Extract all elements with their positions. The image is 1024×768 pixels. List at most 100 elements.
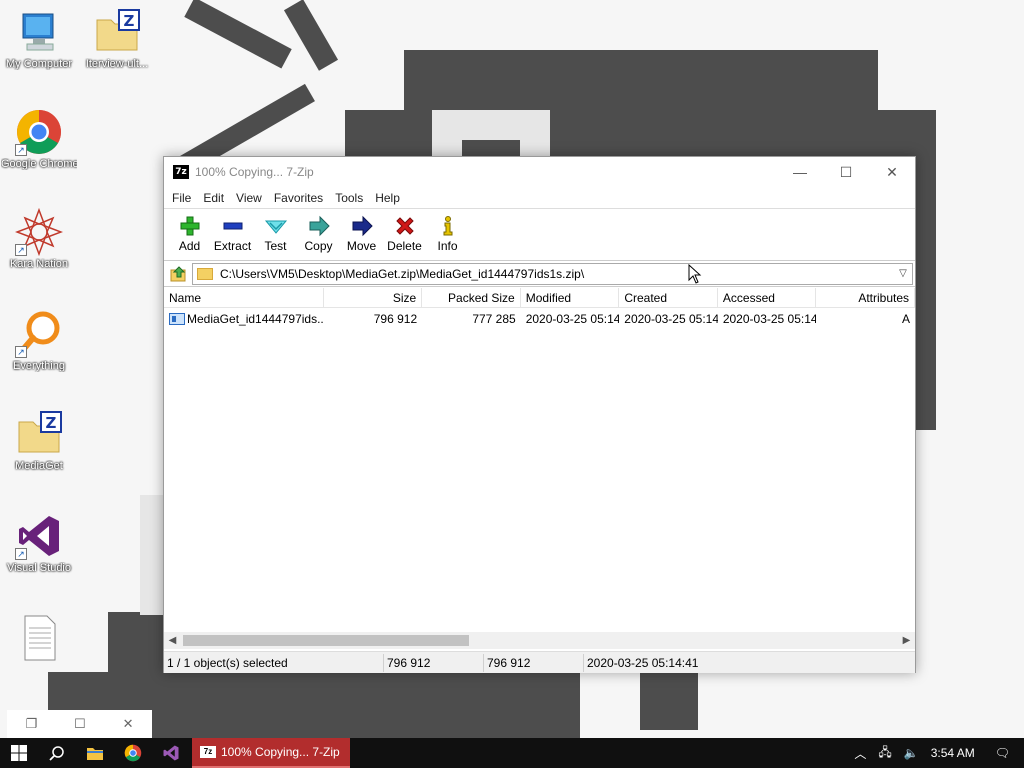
minimize-button[interactable]: — bbox=[777, 157, 823, 187]
menu-view[interactable]: View bbox=[230, 191, 268, 205]
computer-icon bbox=[15, 8, 63, 56]
column-header-name[interactable]: Name bbox=[164, 288, 324, 308]
column-header-attributes[interactable]: Attributes bbox=[816, 288, 915, 308]
close-button[interactable]: ✕ bbox=[869, 157, 915, 187]
desktop-icon-visual-studio[interactable]: ↗ Visual Studio bbox=[1, 512, 77, 574]
desktop-icon-label: Iterview-ult... bbox=[85, 58, 149, 70]
table-row[interactable]: MediaGet_id1444797ids... 796 912 777 285… bbox=[164, 308, 915, 330]
cell-accessed: 2020-03-25 05:14 bbox=[722, 312, 817, 326]
taskbar-task-7zip[interactable]: 7z 100% Copying... 7-Zip bbox=[192, 738, 350, 768]
search-magnifier-icon: ↗ bbox=[15, 310, 63, 358]
close-button[interactable]: ✕ bbox=[123, 716, 134, 732]
horizontal-scrollbar[interactable]: ◀ ▶ bbox=[164, 632, 915, 649]
7zip-app-icon: 7z bbox=[173, 165, 189, 179]
visual-studio-taskbar-button[interactable] bbox=[152, 738, 190, 768]
menu-file[interactable]: File bbox=[166, 191, 197, 205]
maximize-button[interactable]: ☐ bbox=[74, 716, 86, 732]
menu-tools[interactable]: Tools bbox=[329, 191, 369, 205]
cell-attributes: A bbox=[901, 312, 910, 326]
visual-studio-icon: ↗ bbox=[15, 512, 63, 560]
mandala-icon: ↗ bbox=[14, 207, 64, 257]
cell-name: MediaGet_id1444797ids... bbox=[164, 312, 324, 326]
window-titlebar[interactable]: 7z 100% Copying... 7-Zip — ☐ ✕ bbox=[164, 157, 915, 187]
desktop-icon-label: My Computer bbox=[5, 58, 73, 70]
delete-button[interactable]: Delete bbox=[383, 213, 426, 253]
move-button[interactable]: Move bbox=[340, 213, 383, 253]
volume-icon[interactable]: 🔈 bbox=[898, 746, 925, 760]
svg-text:Z: Z bbox=[46, 414, 57, 432]
copy-button[interactable]: Copy bbox=[297, 213, 340, 253]
desktop-icon-mediaget[interactable]: Z MediaGet bbox=[1, 410, 77, 472]
add-label: Add bbox=[178, 239, 201, 253]
shortcut-arrow-icon: ↗ bbox=[15, 346, 27, 358]
window-title: 100% Copying... 7-Zip bbox=[195, 165, 314, 179]
status-selected: 1 / 1 object(s) selected bbox=[164, 653, 384, 672]
desktop-icon-kara-nation[interactable]: ↗ Kara Nation bbox=[1, 207, 77, 270]
info-label: Info bbox=[437, 239, 458, 253]
column-header-created[interactable]: Created bbox=[619, 288, 718, 308]
address-input[interactable]: C:\Users\VM5\Desktop\MediaGet.zip\MediaG… bbox=[192, 262, 913, 285]
menu-edit[interactable]: Edit bbox=[197, 191, 230, 205]
scroll-track[interactable] bbox=[181, 632, 898, 649]
test-button[interactable]: Test bbox=[254, 213, 297, 253]
file-explorer-button[interactable] bbox=[76, 738, 114, 768]
move-label: Move bbox=[346, 239, 377, 253]
restore-button[interactable]: ❐ bbox=[25, 716, 37, 732]
svg-text:Z: Z bbox=[124, 12, 135, 30]
notification-icon[interactable]: 🗨 bbox=[981, 746, 1024, 760]
taskbar-task-label: 100% Copying... 7-Zip bbox=[221, 745, 340, 759]
desktop-icon-text-file[interactable] bbox=[1, 614, 77, 664]
column-header-size[interactable]: Size bbox=[324, 288, 423, 308]
desktop-icon-iterview[interactable]: Z Iterview-ult... bbox=[79, 8, 155, 70]
clock[interactable]: 3:54 AM bbox=[925, 746, 981, 760]
7zip-window: 7z 100% Copying... 7-Zip — ☐ ✕ File Edit… bbox=[163, 156, 916, 673]
search-button[interactable] bbox=[38, 738, 76, 768]
column-header-packed-size[interactable]: Packed Size bbox=[422, 288, 521, 308]
scroll-left-icon[interactable]: ◀ bbox=[164, 635, 181, 646]
minus-icon bbox=[211, 213, 254, 239]
7zip-app-icon: 7z bbox=[200, 746, 216, 758]
info-button[interactable]: Info bbox=[426, 213, 469, 253]
extract-label: Extract bbox=[213, 239, 252, 253]
status-date: 2020-03-25 05:14:41 bbox=[587, 655, 699, 670]
maximize-button[interactable]: ☐ bbox=[823, 157, 869, 187]
delete-label: Delete bbox=[387, 239, 422, 253]
desktop-icon-label: Google Chrome bbox=[1, 158, 77, 170]
chrome-taskbar-button[interactable] bbox=[114, 738, 152, 768]
network-icon[interactable]: 🖧 bbox=[872, 743, 897, 764]
desktop-icon-my-computer[interactable]: My Computer bbox=[1, 8, 77, 70]
copy-label: Copy bbox=[304, 239, 333, 253]
shortcut-arrow-icon: ↗ bbox=[15, 548, 27, 560]
test-label: Test bbox=[264, 239, 287, 253]
zip-folder-icon: Z bbox=[15, 410, 63, 458]
archive-file-icon bbox=[169, 313, 185, 325]
address-path: C:\Users\VM5\Desktop\MediaGet.zip\MediaG… bbox=[220, 266, 585, 281]
start-button[interactable] bbox=[0, 738, 38, 768]
chevron-down-icon[interactable]: ▽ bbox=[894, 268, 912, 279]
copy-arrow-icon bbox=[297, 213, 340, 239]
desktop-icon-label: Everything bbox=[13, 360, 65, 372]
chevron-up-icon[interactable]: ︿ bbox=[848, 745, 872, 762]
desktop-icon-chrome[interactable]: ↗ Google Chrome bbox=[1, 108, 77, 170]
desktop-icon-everything[interactable]: ↗ Everything bbox=[1, 310, 77, 372]
add-button[interactable]: Add bbox=[168, 213, 211, 253]
desktop-icon-label: Kara Nation bbox=[9, 258, 69, 270]
file-name: MediaGet_id1444797ids... bbox=[187, 312, 324, 326]
extract-button[interactable]: Extract bbox=[211, 213, 254, 253]
delete-x-icon bbox=[383, 213, 426, 239]
wallpaper-shape bbox=[164, 672, 580, 738]
zip-folder-icon: Z bbox=[93, 8, 141, 56]
menu-favorites[interactable]: Favorites bbox=[268, 191, 329, 205]
windows-logo-icon bbox=[11, 745, 27, 761]
check-icon bbox=[254, 213, 297, 239]
menu-help[interactable]: Help bbox=[369, 191, 406, 205]
search-icon bbox=[49, 746, 64, 761]
scroll-right-icon[interactable]: ▶ bbox=[898, 635, 915, 646]
column-header-accessed[interactable]: Accessed bbox=[718, 288, 817, 308]
scroll-thumb[interactable] bbox=[183, 635, 469, 646]
column-header-modified[interactable]: Modified bbox=[521, 288, 620, 308]
folder-icon bbox=[87, 748, 103, 760]
wallpaper-shape bbox=[345, 110, 425, 160]
up-folder-button[interactable] bbox=[166, 263, 192, 285]
address-bar: C:\Users\VM5\Desktop\MediaGet.zip\MediaG… bbox=[164, 261, 915, 287]
